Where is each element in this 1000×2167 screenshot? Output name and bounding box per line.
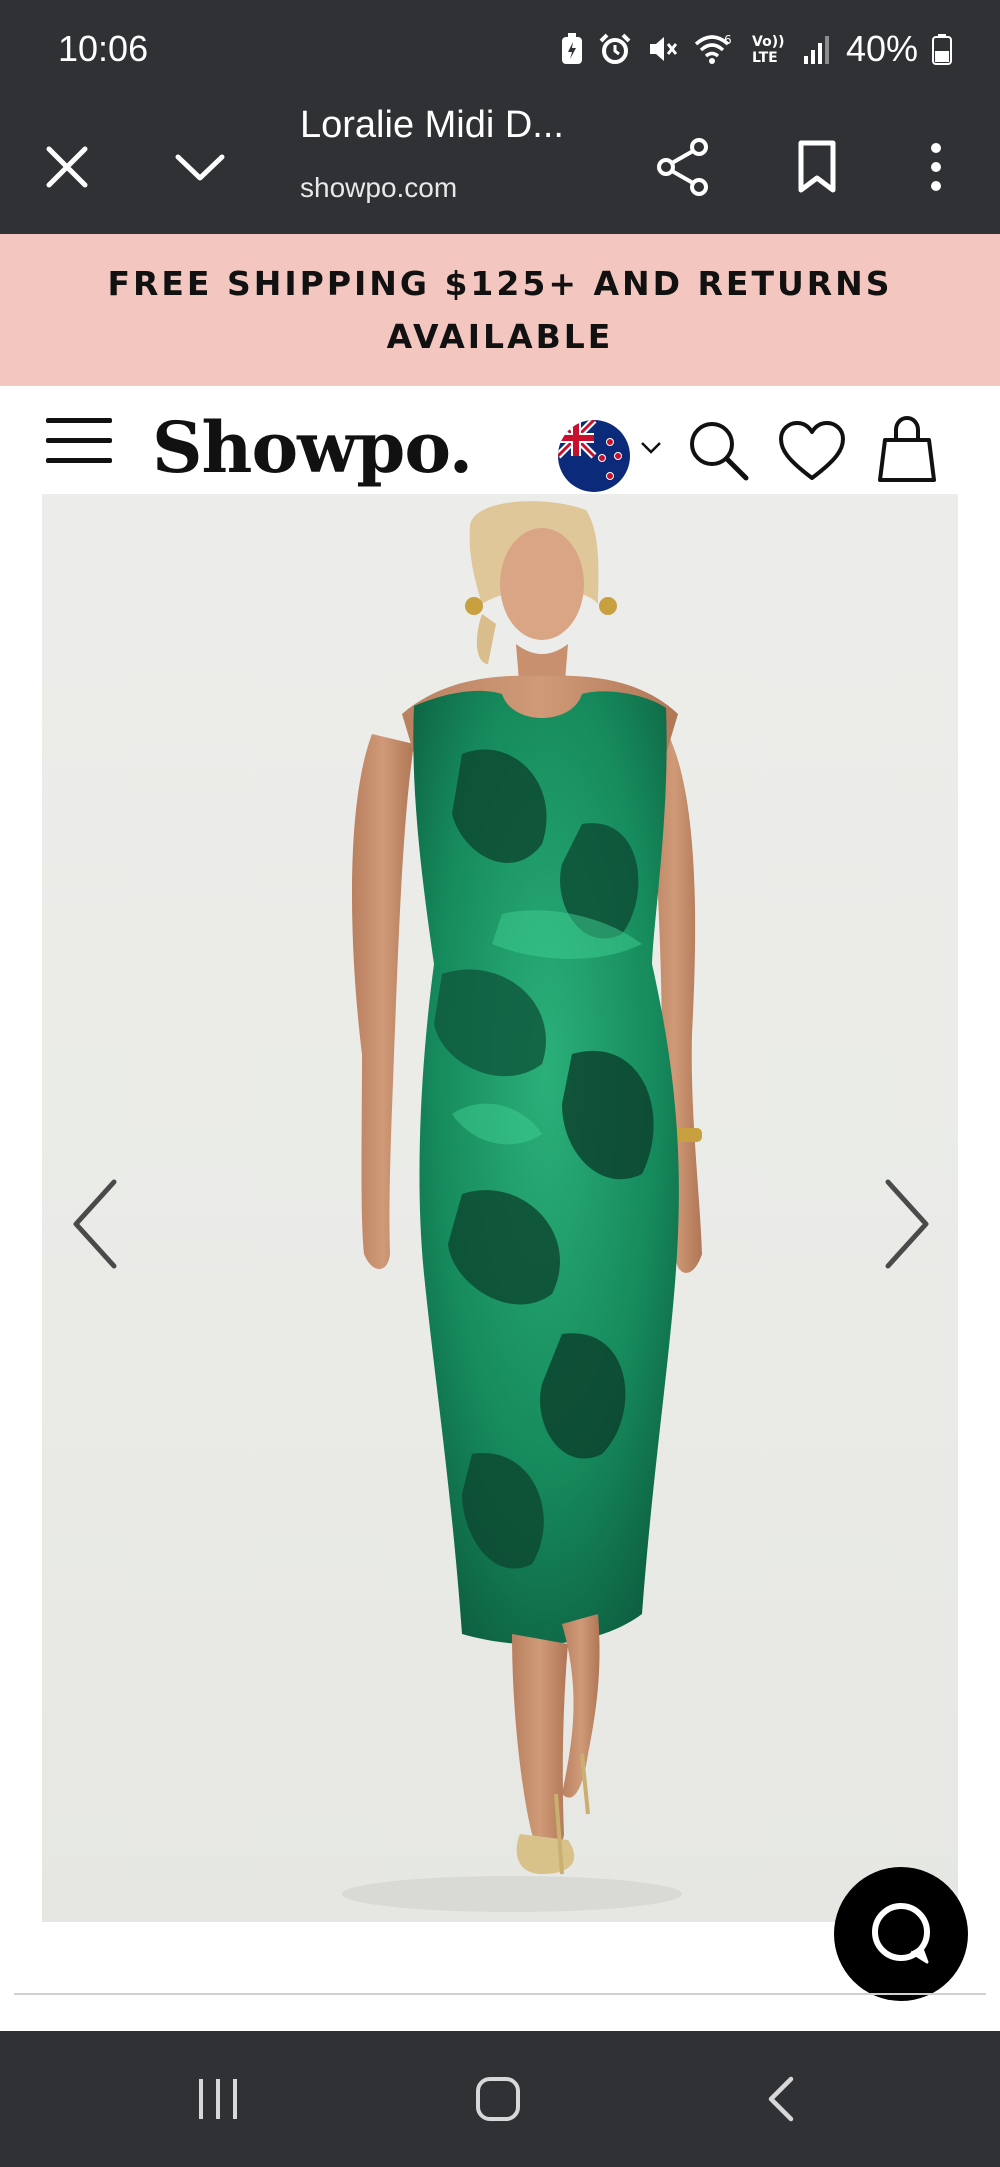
- bookmark-icon: [798, 140, 836, 193]
- wifi-6-icon: 6: [694, 33, 732, 64]
- svg-text:6: 6: [724, 33, 732, 47]
- nz-flag-icon[interactable]: [558, 420, 630, 492]
- recents-button[interactable]: [158, 2031, 278, 2167]
- volte-icon: Vo))LTE: [752, 34, 784, 66]
- chat-icon: [872, 1903, 930, 1964]
- next-image-arrow[interactable]: [882, 1178, 932, 1270]
- mute-icon: [649, 37, 678, 61]
- back-icon: [768, 2076, 794, 2122]
- menu-button[interactable]: [44, 414, 116, 470]
- battery-percent: 40%: [845, 28, 918, 69]
- recents-icon: [199, 2079, 237, 2119]
- status-icons: 6 Vo)) LTE 40%: [560, 24, 952, 74]
- menu-icon-bar: [46, 458, 112, 463]
- svg-text:Vo)): Vo)): [752, 34, 784, 50]
- divider: [14, 1993, 986, 1995]
- menu-icon-bar: [46, 438, 112, 443]
- svg-text:LTE: LTE: [752, 50, 778, 66]
- more-options-button[interactable]: [891, 100, 981, 234]
- chat-button[interactable]: [834, 1867, 968, 2001]
- site-logo[interactable]: Showpo.: [152, 406, 473, 489]
- page-title: Loralie Midi D...: [300, 104, 564, 146]
- menu-icon: [46, 418, 112, 423]
- search-icon[interactable]: [686, 418, 750, 482]
- signal-icon: [803, 36, 829, 64]
- heart-icon[interactable]: [778, 420, 846, 482]
- bookmark-button[interactable]: [772, 100, 862, 234]
- chevron-down-icon: [175, 154, 225, 181]
- product-photo: [342, 501, 702, 1912]
- close-tab-button[interactable]: [22, 100, 112, 234]
- more-vert-icon: [931, 143, 941, 191]
- chevron-down-icon[interactable]: [640, 440, 662, 456]
- bag-icon[interactable]: [876, 414, 938, 484]
- minimize-button[interactable]: [155, 100, 245, 234]
- promo-text: FREE SHIPPING $125+ AND RETURNS AVAILABL…: [107, 264, 893, 356]
- share-icon: [657, 138, 708, 196]
- alarm-icon: [599, 33, 631, 64]
- share-button[interactable]: [638, 100, 728, 234]
- close-icon: [46, 146, 88, 188]
- promo-banner[interactable]: FREE SHIPPING $125+ AND RETURNS AVAILABL…: [0, 234, 1000, 386]
- home-icon: [476, 2077, 520, 2121]
- battery-saver-icon: [561, 33, 582, 64]
- status-time: 10:06: [58, 28, 149, 69]
- system-nav-bar: [0, 2031, 1000, 2167]
- battery-icon: [932, 34, 952, 65]
- back-button[interactable]: [720, 2031, 840, 2167]
- product-image[interactable]: [42, 494, 958, 1922]
- home-button[interactable]: [438, 2031, 558, 2167]
- status-bar: 10:06 6 Vo)) LTE 40%: [0, 0, 1000, 100]
- previous-image-arrow[interactable]: [70, 1178, 120, 1270]
- page-url[interactable]: showpo.com: [300, 172, 457, 204]
- site-header: Showpo.: [0, 386, 1000, 494]
